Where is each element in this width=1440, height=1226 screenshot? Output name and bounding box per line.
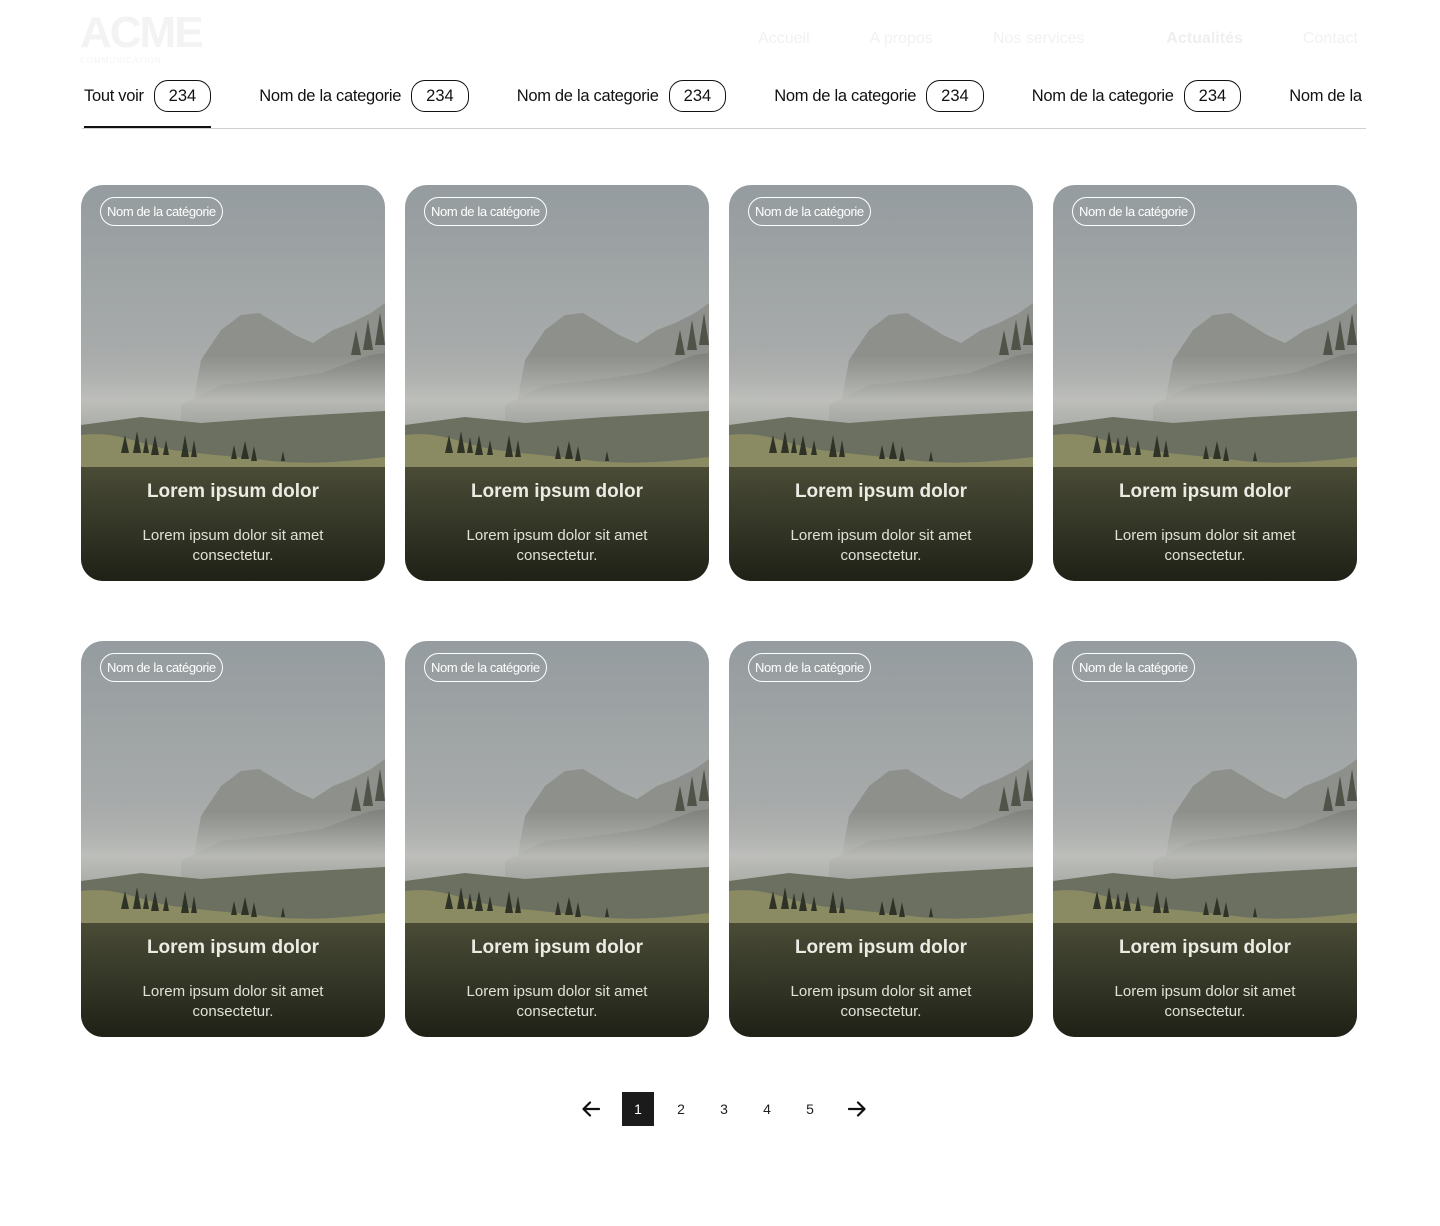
nav-link-a-propos[interactable]: A propos — [870, 30, 933, 48]
card-image — [729, 185, 1033, 581]
card-description: Lorem ipsum dolor sit amet consectetur. — [466, 983, 648, 1020]
pagination: 12345 — [574, 1092, 874, 1126]
tab-label: Nom de la categorie — [1031, 86, 1174, 105]
page-3-button[interactable]: 3 — [708, 1092, 740, 1126]
article-card[interactable]: Nom de la catégorie Lorem ipsum dolor Lore… — [405, 185, 709, 581]
nav-link-services[interactable]: Nos services — [993, 30, 1085, 48]
category-badge[interactable]: Nom de la catégorie — [100, 197, 223, 226]
article-card[interactable]: Nom de la catégorie Lorem ipsum dolor Lore… — [729, 641, 1033, 1037]
article-card[interactable]: Nom de la catégorie Lorem ipsum dolor Lore… — [729, 185, 1033, 581]
tab-label: Nom de la categorie — [1289, 86, 1366, 105]
card-description: Lorem ipsum dolor sit amet consectetur. — [466, 527, 648, 564]
category-badge[interactable]: Nom de la catégorie — [1072, 653, 1195, 682]
card-description: Lorem ipsum dolor sit amet consectetur. — [1114, 983, 1296, 1020]
tab-category[interactable]: Nom de la categorie 234 — [257, 78, 469, 114]
tab-count-badge: 234 — [668, 80, 727, 112]
card-description: Lorem ipsum dolor sit amet consectetur. — [790, 983, 972, 1020]
card-row: Nom de la catégorie Lorem ipsum dolor Lore… — [81, 641, 1357, 1037]
logo-tagline: COMMUNICATION — [80, 56, 162, 65]
card-image — [729, 641, 1033, 1037]
tab-row: Tout voir 234 Nom de la categorie 234 Nom de… — [82, 78, 1366, 128]
nav-link-accueil[interactable]: Accueil — [758, 30, 810, 48]
main-nav: Accueil A propos Nos services Actualités… — [758, 30, 1358, 48]
card-description: Lorem ipsum dolor sit amet consectetur. — [142, 527, 324, 564]
page-4-button[interactable]: 4 — [751, 1092, 783, 1126]
article-card[interactable]: Nom de la catégorie Lorem ipsum dolor Lore… — [1053, 185, 1357, 581]
card-title: Lorem ipsum dolor — [794, 481, 968, 502]
card-image — [81, 185, 385, 581]
page-1-button[interactable]: 1 — [622, 1092, 654, 1126]
card-image — [405, 185, 709, 581]
card-title: Lorem ipsum dolor — [1118, 937, 1292, 958]
tab-count-badge: 234 — [411, 80, 469, 112]
tab-label: Nom de la categorie — [774, 86, 917, 105]
card-description: Lorem ipsum dolor sit amet consectetur. — [790, 527, 972, 564]
tab-category[interactable]: Nom de la categorie234 — [1287, 78, 1366, 114]
category-tabs: Tout voir 234 Nom de la categorie 234 Nom de… — [82, 78, 1366, 129]
category-badge[interactable]: Nom de la catégorie — [424, 653, 547, 682]
tab-count-badge: 234 — [1183, 80, 1242, 112]
card-title: Lorem ipsum dolor — [794, 937, 968, 958]
tab-category[interactable]: Nom de la categorie 234 — [1030, 78, 1242, 114]
article-card[interactable]: Nom de la catégorie Lorem ipsum dolor Lore… — [81, 185, 385, 581]
article-card[interactable]: Nom de la catégorie Lorem ipsum dolor Lore… — [1053, 641, 1357, 1037]
card-image — [1053, 185, 1357, 581]
articles-grid: Nom de la catégorie Lorem ipsum dolor Lore… — [81, 185, 1357, 1037]
arrow-left-icon — [582, 1101, 600, 1117]
card-row: Nom de la catégorie Lorem ipsum dolor Lore… — [81, 185, 1357, 581]
tab-count-badge: 234 — [153, 80, 212, 112]
next-page-button[interactable] — [840, 1092, 874, 1126]
category-badge[interactable]: Nom de la catégorie — [748, 197, 871, 226]
card-description: Lorem ipsum dolor sit amet consectetur. — [142, 983, 324, 1020]
tab-label: Nom de la categorie — [516, 86, 659, 105]
nav-link-actualites[interactable]: Actualités — [1166, 30, 1242, 48]
category-badge[interactable]: Nom de la catégorie — [424, 197, 547, 226]
category-badge[interactable]: Nom de la catégorie — [100, 653, 223, 682]
card-title: Lorem ipsum dolor — [470, 937, 644, 958]
page-2-button[interactable]: 2 — [665, 1092, 697, 1126]
card-title: Lorem ipsum dolor — [146, 937, 320, 958]
tab-label: Nom de la categorie — [259, 86, 402, 105]
site-header: ACME COMMUNICATION Accueil A propos Nos … — [0, 0, 1440, 76]
card-image — [81, 641, 385, 1037]
card-image — [1053, 641, 1357, 1037]
logo-mark: ACME — [80, 8, 204, 57]
arrow-right-icon — [848, 1101, 866, 1117]
acme-logo[interactable]: ACME COMMUNICATION — [80, 8, 204, 70]
article-card[interactable]: Nom de la catégorie Lorem ipsum dolor Lore… — [81, 641, 385, 1037]
tab-category[interactable]: Nom de la categorie 234 — [515, 78, 727, 114]
tab-tout-voir[interactable]: Tout voir 234 — [82, 78, 212, 128]
page-list: 12345 — [622, 1092, 837, 1126]
article-card[interactable]: Nom de la catégorie Lorem ipsum dolor Lore… — [405, 641, 709, 1037]
tab-label: Tout voir — [84, 86, 144, 105]
card-title: Lorem ipsum dolor — [470, 481, 644, 502]
card-description: Lorem ipsum dolor sit amet consectetur. — [1114, 527, 1296, 564]
nav-link-contact[interactable]: Contact — [1303, 30, 1358, 48]
card-title: Lorem ipsum dolor — [146, 481, 320, 502]
prev-page-button[interactable] — [574, 1092, 608, 1126]
category-badge[interactable]: Nom de la catégorie — [748, 653, 871, 682]
category-badge[interactable]: Nom de la catégorie — [1072, 197, 1195, 226]
card-image — [405, 641, 709, 1037]
page-5-button[interactable]: 5 — [794, 1092, 826, 1126]
tab-count-badge: 234 — [926, 80, 984, 112]
tab-category[interactable]: Nom de la categorie 234 — [772, 78, 984, 114]
card-title: Lorem ipsum dolor — [1118, 481, 1292, 502]
